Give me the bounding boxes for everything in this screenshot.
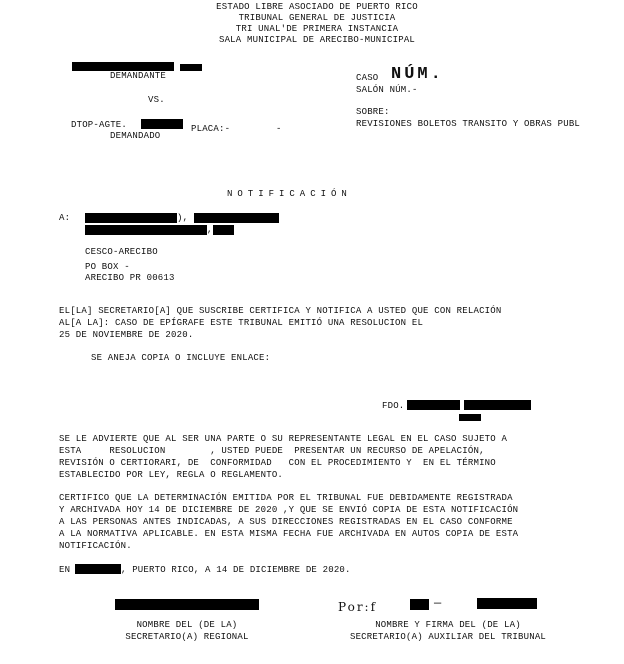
registry-line-5: NOTIFICACIÓN. — [59, 541, 132, 551]
defendant-agency: DTOP-AGTE. — [71, 120, 128, 130]
plaintiff-label: DEMANDANTE — [110, 71, 167, 81]
advisory-line-4: ESTABLECIDO POR LEY, REGLA O REGLAMENTO. — [59, 470, 284, 480]
right-signature-caption-2: SECRETARIO(A) AUXILIAR DEL TRIBUNAL — [349, 632, 547, 642]
certification-line-1: EL[LA] SECRETARIO[A] QUE SUSCRIBE CERTIF… — [59, 306, 502, 316]
recipient-comma-2: , — [207, 225, 213, 235]
subject-text: REVISIONES BOLETOS TRANSITO Y OBRAS PUBL — [356, 119, 581, 129]
court-header-line-1: ESTADO LIBRE ASOCIADO DE PUERTO RICO — [216, 2, 418, 12]
right-signature-caption-1: NOMBRE Y FIRMA DEL (DE LA) — [375, 620, 521, 630]
plate-label: PLACA:- — [191, 124, 231, 134]
place-date: , PUERTO RICO, A 14 DE DICIEMBRE DE 2020… — [121, 565, 351, 575]
notification-title: NOTIFICACIÓN — [227, 189, 352, 199]
versus-label: VS. — [148, 95, 165, 105]
recipient-label: A: — [59, 213, 71, 223]
redacted-defendant-name — [141, 119, 183, 129]
address-line-3: ARECIBO PR 00613 — [85, 273, 175, 283]
advisory-line-3: REVISIÓN O CERTIORARI, DE CONFORMIDAD CO… — [59, 458, 496, 468]
room-number: SALÓN NÚM.- — [356, 85, 418, 95]
court-header-line-2: TRIBUNAL GENERAL DE JUSTICIA — [238, 13, 396, 23]
registry-line-1: CERTIFICO QUE LA DETERMINACIÓN EMITIDA P… — [59, 493, 513, 503]
court-header-line-4: SALA MUNICIPAL DE ARECIBO-MUNICIPAL — [218, 35, 416, 45]
certification-line-3: 25 DE NOVIEMBRE DE 2020. — [59, 330, 194, 340]
redacted-plaintiff-name — [72, 62, 174, 71]
place-prefix: EN — [59, 565, 71, 575]
registry-line-2: Y ARCHIVADA HOY 14 DE DICIEMBRE DE 2020 … — [59, 505, 519, 515]
defendant-label: DEMANDADO — [110, 131, 161, 141]
left-signature-caption-1: NOMBRE DEL (DE LA) — [136, 620, 238, 630]
by-label: Por:f — [338, 600, 378, 614]
redacted-regional-secretary — [115, 599, 259, 610]
plate-dash: - — [276, 124, 282, 134]
subject-label: SOBRE: — [356, 107, 390, 117]
redacted-signer-1 — [407, 400, 460, 410]
registry-line-4: A LA NORMATIVA APLICABLE. EN ESTA MISMA … — [59, 529, 519, 539]
recipient-comma-1: ), — [177, 213, 189, 223]
advisory-line-2: ESTA RESOLUCION , USTED PUEDE PRESENTAR … — [59, 446, 485, 456]
address-line-1: CESCO-ARECIBO — [85, 247, 158, 257]
redacted-plaintiff-extra — [180, 64, 202, 71]
case-number: NÚM. — [391, 65, 444, 84]
redacted-recipient-1 — [85, 213, 177, 223]
redacted-auxiliary-secretary — [477, 598, 537, 609]
signed-label: FDO. — [382, 401, 405, 411]
redacted-signer-2 — [464, 400, 531, 410]
attachment-note: SE ANEJA COPIA O INCLUYE ENLACE: — [91, 353, 271, 363]
redacted-place — [75, 564, 121, 574]
registry-line-3: A LAS PERSONAS ANTES INDICADAS, A SUS DI… — [59, 517, 513, 527]
address-line-2: PO BOX - — [85, 262, 130, 272]
certification-line-2: AL[A LA]: CASO DE EPÍGRAFE ESTE TRIBUNAL… — [59, 318, 424, 328]
redacted-recipient-4 — [213, 225, 234, 235]
court-header-line-3: TRI UNAL'DE PRIMERA INSTANCIA — [235, 24, 399, 34]
redacted-signature-initial — [410, 599, 429, 610]
advisory-line-1: SE LE ADVIERTE QUE AL SER UNA PARTE O SU… — [59, 434, 508, 444]
left-signature-caption-2: SECRETARIO(A) REGIONAL — [125, 632, 249, 642]
redacted-recipient-3 — [85, 225, 207, 235]
case-label: CASO — [356, 73, 379, 83]
redacted-recipient-2 — [194, 213, 279, 223]
by-dash: — — [434, 596, 442, 610]
redacted-signer-3 — [459, 414, 481, 421]
